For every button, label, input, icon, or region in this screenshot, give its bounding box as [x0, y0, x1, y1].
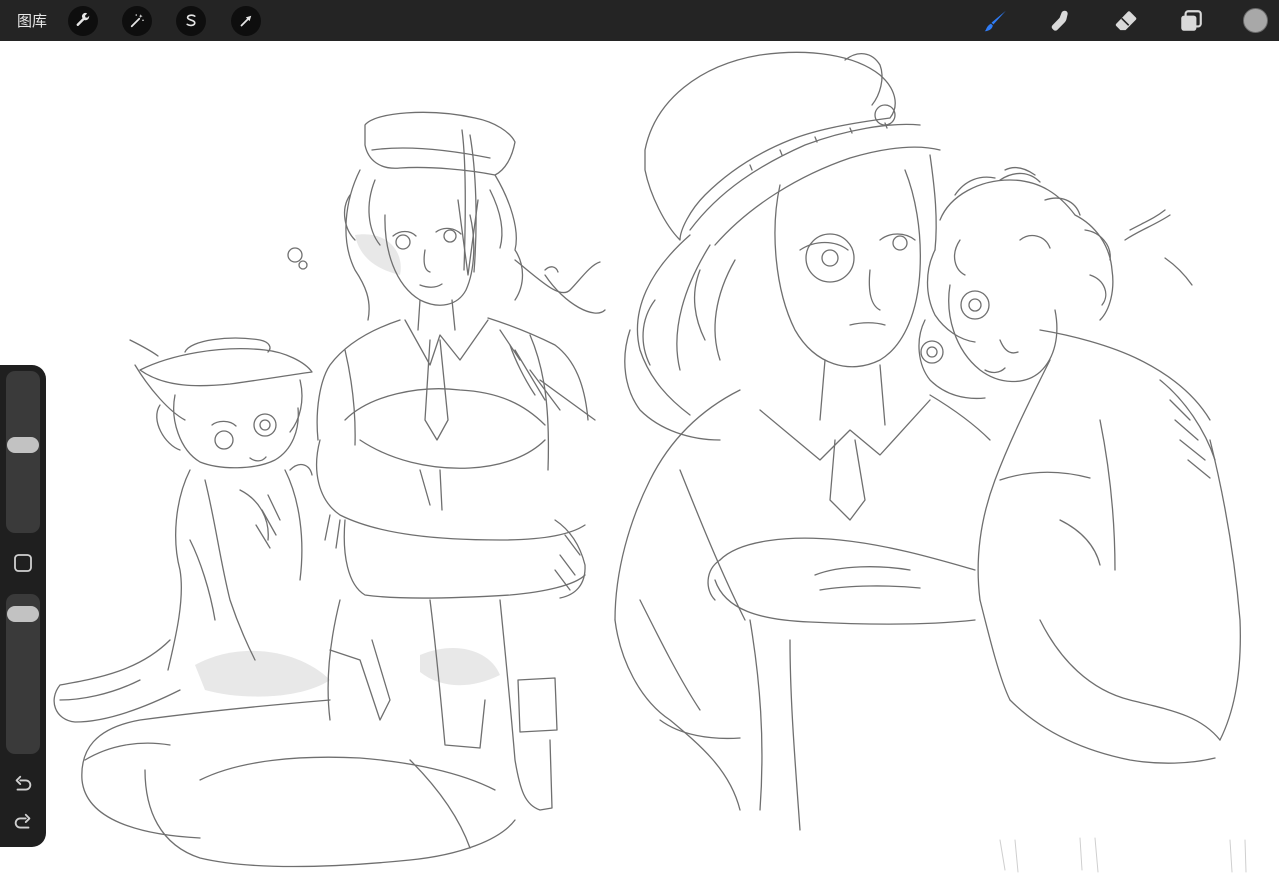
square-outline-icon	[14, 554, 32, 572]
layers-icon	[1181, 10, 1202, 31]
opacity-thumb[interactable]	[7, 606, 39, 623]
wrench-icon	[76, 13, 90, 26]
adjustments-button[interactable]	[122, 6, 152, 36]
paintbrush-icon	[984, 10, 1006, 32]
color-picker-swatch[interactable]	[1243, 8, 1268, 33]
selection-s-icon	[186, 14, 196, 27]
left-sidebar	[0, 365, 46, 847]
magic-wand-icon	[130, 14, 144, 28]
redo-button[interactable]	[11, 811, 35, 835]
actions-button[interactable]	[68, 6, 98, 36]
undo-button[interactable]	[11, 773, 35, 797]
top-toolbar: 图库	[0, 0, 1279, 41]
opacity-slider[interactable]	[6, 594, 40, 754]
pencil-sketch-artwork	[53, 51, 1247, 873]
undo-arrow-icon	[15, 775, 32, 791]
modify-button[interactable]	[13, 553, 33, 573]
arrow-cursor-icon	[240, 15, 252, 27]
layers-tool-button[interactable]	[1177, 7, 1205, 35]
drawing-canvas[interactable]	[0, 41, 1279, 889]
transform-button[interactable]	[231, 6, 261, 36]
brush-size-slider[interactable]	[6, 371, 40, 533]
brush-tool-button[interactable]	[981, 7, 1009, 35]
brush-size-thumb[interactable]	[7, 436, 39, 453]
eraser-tool-button[interactable]	[1112, 7, 1140, 35]
gallery-button[interactable]: 图库	[17, 10, 47, 32]
eraser-icon	[1115, 11, 1137, 31]
selection-button[interactable]	[176, 6, 206, 36]
smudge-tool-button[interactable]	[1047, 7, 1075, 35]
redo-arrow-icon	[14, 813, 31, 829]
smudge-finger-icon	[1051, 10, 1068, 31]
